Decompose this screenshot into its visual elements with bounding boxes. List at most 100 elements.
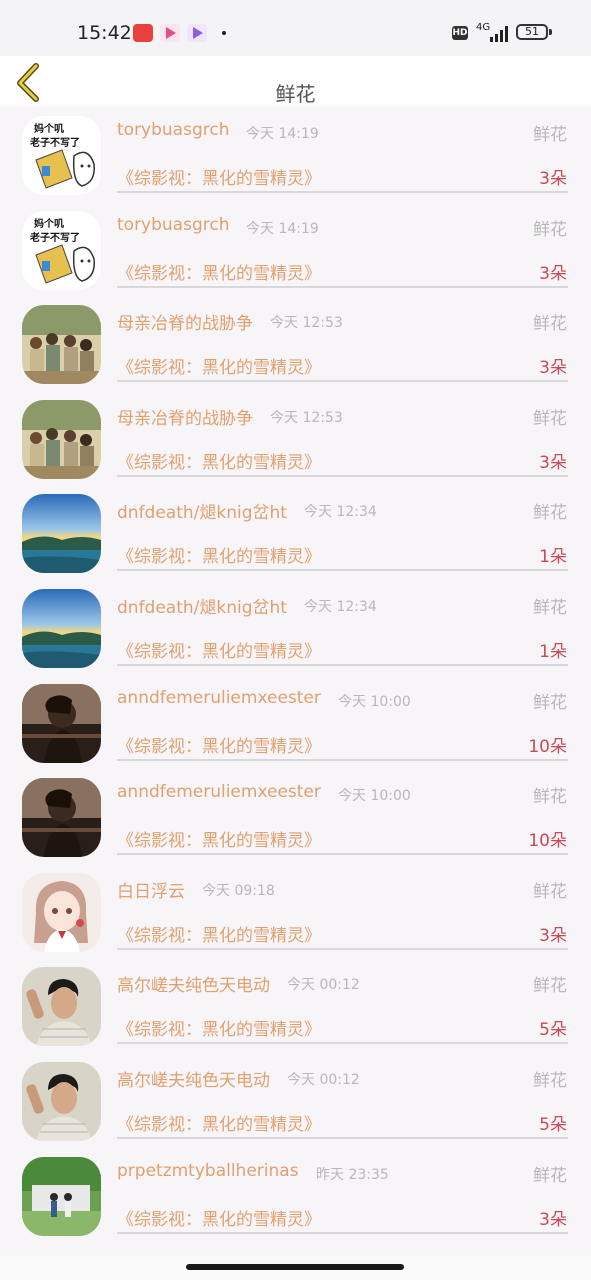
book-title[interactable]: 《综影视：黑化的雪精灵》 bbox=[117, 448, 321, 473]
flower-count: 3朵 bbox=[539, 358, 567, 379]
avatar[interactable] bbox=[22, 1156, 101, 1236]
avatar[interactable] bbox=[22, 778, 101, 858]
avatar[interactable] bbox=[22, 305, 101, 385]
book-title[interactable]: 《综影视：黑化的雪精灵》 bbox=[117, 921, 321, 946]
book-title[interactable]: 《综影视：黑化的雪精灵》 bbox=[117, 542, 321, 567]
user-name[interactable]: dnfdeath/煺knig岔ht bbox=[117, 593, 287, 618]
header: 鲜花 bbox=[0, 56, 591, 106]
user-name[interactable]: 母亲冶脊的战胁争 bbox=[117, 404, 253, 429]
gift-type: 鲜花 bbox=[533, 408, 567, 429]
user-name[interactable]: 高尔嵯夫纯色天电动 bbox=[117, 1066, 270, 1091]
book-title[interactable]: 《综影视：黑化的雪精灵》 bbox=[117, 164, 321, 189]
flower-count: 1朵 bbox=[539, 641, 567, 662]
list-item[interactable]: 母亲冶脊的战胁争 今天 12:53 鲜花 《综影视：黑化的雪精灵》 3朵 bbox=[0, 295, 591, 390]
app-notification-icon bbox=[133, 24, 153, 42]
gift-time: 今天 14:19 bbox=[246, 220, 319, 237]
signal-icon bbox=[490, 26, 508, 42]
avatar[interactable] bbox=[22, 872, 101, 952]
flower-count: 3朵 bbox=[539, 452, 567, 473]
flower-count: 5朵 bbox=[539, 1114, 567, 1135]
gift-type: 鲜花 bbox=[533, 125, 567, 145]
book-title[interactable]: 《综影视：黑化的雪精灵》 bbox=[117, 259, 321, 284]
list-item[interactable]: prpetzmtyballherinas 昨天 23:35 鲜花《综影视：黑化的雪精… bbox=[0, 1147, 591, 1242]
gift-time: 今天 12:34 bbox=[304, 504, 377, 521]
book-title[interactable]: 《综影视：黑化的雪精灵》 bbox=[117, 1110, 321, 1135]
battery-icon: 51 bbox=[516, 24, 548, 40]
avatar[interactable]: 妈个叽 老子不写了 bbox=[22, 116, 101, 195]
book-title[interactable]: 《综影视：黑化的雪精灵》 bbox=[117, 1205, 321, 1230]
user-name[interactable]: dnfdeath/煺knig岔ht bbox=[117, 498, 287, 523]
divider bbox=[117, 380, 568, 383]
gift-type: 鲜花 bbox=[533, 881, 567, 902]
gift-time: 今天 00:12 bbox=[287, 977, 360, 994]
avatar[interactable] bbox=[22, 399, 101, 479]
list-item[interactable]: 白日浮云 今天 09:18 鲜花 《综影视：黑化的雪精灵》 3朵 bbox=[0, 863, 591, 958]
divider bbox=[117, 853, 568, 856]
gift-time: 昨天 23:35 bbox=[316, 1166, 389, 1183]
divider bbox=[117, 191, 568, 193]
svg-text:老子不写了: 老子不写了 bbox=[29, 136, 80, 149]
user-name[interactable]: torybuasgrch bbox=[117, 215, 229, 235]
list-item[interactable]: dnfdeath/煺knig岔ht 今天 12:34 鲜花《综影视：黑化的雪精灵》 1… bbox=[0, 484, 591, 579]
gift-time: 今天 00:12 bbox=[287, 1071, 360, 1088]
flower-count: 10朵 bbox=[528, 831, 567, 852]
divider bbox=[117, 569, 568, 572]
gift-type: 鲜花 bbox=[533, 1165, 567, 1186]
avatar[interactable] bbox=[22, 1061, 101, 1141]
gift-type: 鲜花 bbox=[533, 787, 567, 808]
list-item[interactable]: 高尔嵯夫纯色天电动 今天 00:12 鲜花《综影视：黑化的雪精灵》 5朵 bbox=[0, 1052, 591, 1147]
book-title[interactable]: 《综影视：黑化的雪精灵》 bbox=[117, 353, 321, 378]
list-item[interactable]: dnfdeath/煺knig岔ht 今天 12:34 鲜花 《综影视：黑化的雪精灵》 1… bbox=[0, 579, 591, 674]
avatar[interactable] bbox=[22, 588, 101, 668]
avatar[interactable] bbox=[22, 494, 101, 574]
list-item[interactable]: 母亲冶脊的战胁争 今天 12:53 鲜花《综影视：黑化的雪精灵》 3朵 bbox=[0, 390, 591, 485]
video-app-icon-2 bbox=[187, 24, 207, 42]
list-item[interactable]: anndfemeruliemxeester 今天 10:00 鲜花 《综影视：黑化的雪… bbox=[0, 674, 591, 769]
book-title[interactable]: 《综影视：黑化的雪精灵》 bbox=[117, 826, 321, 851]
gift-time: 今天 10:00 bbox=[338, 788, 411, 805]
divider bbox=[117, 474, 568, 477]
user-name[interactable]: 母亲冶脊的战胁争 bbox=[117, 309, 253, 334]
user-name[interactable]: anndfemeruliemxeester bbox=[117, 688, 321, 708]
svg-text:妈个叽: 妈个叽 bbox=[34, 217, 64, 230]
book-title[interactable]: 《综影视：黑化的雪精灵》 bbox=[117, 732, 321, 757]
avatar[interactable] bbox=[22, 683, 101, 763]
divider bbox=[117, 1136, 568, 1139]
gift-time: 今天 12:53 bbox=[270, 409, 343, 426]
notification-dot-icon bbox=[222, 31, 226, 35]
user-name[interactable]: anndfemeruliemxeester bbox=[117, 782, 321, 802]
avatar[interactable]: 妈个叽 老子不写了 bbox=[22, 210, 101, 290]
gift-time: 今天 12:34 bbox=[304, 598, 377, 615]
status-time: 15:42 bbox=[77, 22, 132, 44]
user-name[interactable]: torybuasgrch bbox=[117, 120, 229, 140]
flower-count: 3朵 bbox=[539, 169, 567, 189]
user-name[interactable]: prpetzmtyballherinas bbox=[117, 1161, 299, 1181]
flower-list: 妈个叽 老子不写了 torybuasgrch 今天 14:19 鲜花 《综影视：黑化的雪精… bbox=[0, 106, 591, 1241]
divider bbox=[117, 663, 568, 666]
flower-count: 1朵 bbox=[539, 547, 567, 568]
gift-type: 鲜花 bbox=[533, 503, 567, 524]
home-indicator[interactable] bbox=[186, 1264, 404, 1270]
divider bbox=[117, 285, 568, 288]
list-item[interactable]: 妈个叽 老子不写了 torybuasgrch 今天 14:19 鲜花《综影视：黑化的雪精… bbox=[0, 201, 591, 296]
user-name[interactable]: 白日浮云 bbox=[117, 877, 185, 902]
divider bbox=[117, 947, 568, 950]
flower-count: 3朵 bbox=[539, 263, 567, 284]
book-title[interactable]: 《综影视：黑化的雪精灵》 bbox=[117, 637, 321, 662]
flower-count: 3朵 bbox=[539, 1209, 567, 1230]
flower-count: 5朵 bbox=[539, 1020, 567, 1041]
list-item[interactable]: 妈个叽 老子不写了 torybuasgrch 今天 14:19 鲜花《综影视：黑化的雪精… bbox=[0, 106, 591, 201]
divider bbox=[117, 1231, 568, 1234]
flower-count: 10朵 bbox=[528, 736, 567, 757]
hd-icon: HD bbox=[452, 26, 468, 40]
list-item[interactable]: 高尔嵯夫纯色天电动 今天 00:12 鲜花 《综影视：黑化的雪精灵》 5朵 bbox=[0, 957, 591, 1052]
gift-type: 鲜花 bbox=[533, 1070, 567, 1091]
list-item[interactable]: anndfemeruliemxeester 今天 10:00 鲜花《综影视：黑化的雪… bbox=[0, 768, 591, 863]
gift-type: 鲜花 bbox=[533, 314, 567, 335]
gift-time: 今天 14:19 bbox=[246, 126, 319, 142]
gift-type: 鲜花 bbox=[533, 219, 567, 240]
user-name[interactable]: 高尔嵯夫纯色天电动 bbox=[117, 971, 270, 996]
book-title[interactable]: 《综影视：黑化的雪精灵》 bbox=[117, 1015, 321, 1040]
svg-text:妈个叽: 妈个叽 bbox=[34, 122, 64, 135]
avatar[interactable] bbox=[22, 967, 101, 1047]
